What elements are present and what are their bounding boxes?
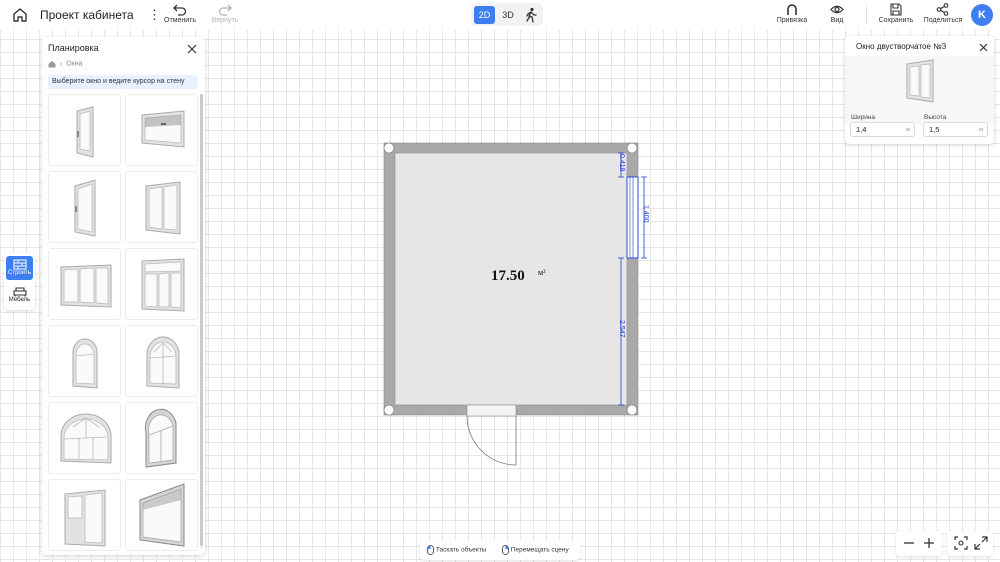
redo-icon [218,4,232,16]
height-label: Высота [924,114,947,121]
furniture-tool-button[interactable]: Мебель [6,283,33,307]
width-unit: м [906,127,910,133]
dimension-top-label: 0.418 [618,154,625,172]
view-mode-toggle: 2D 3D [471,3,543,26]
build-tool-button[interactable]: Строить [6,256,33,280]
drag-objects-hint: Таскать объекты [427,545,486,555]
breadcrumb-current[interactable]: Окна [66,61,82,68]
magnet-icon [787,4,797,15]
view-button[interactable]: Вид [824,3,850,24]
pan-scene-hint: Перемещать сцену [502,545,569,555]
window-item-arched-corner[interactable] [125,402,198,474]
walk-mode-icon[interactable] [522,6,540,24]
close-icon[interactable] [978,40,989,52]
window-item-transom[interactable] [125,248,198,320]
sofa-icon [12,287,27,297]
redo-label: Вернуть [211,17,239,24]
corner-handle[interactable] [626,142,638,154]
chevron-right-icon: › [59,60,63,68]
object-properties-panel: Окно двустворчатое №3 Ширина Высота 1,4 … [845,36,994,144]
corner-handle[interactable] [383,404,395,416]
undo-icon [173,4,187,16]
scrollbar-thumb[interactable] [200,94,203,546]
width-value[interactable]: 1,4 [856,125,866,134]
build-tool-label: Строить [8,270,31,276]
view-2d-button[interactable]: 2D [474,6,495,24]
window-item-arched-triple[interactable] [48,402,121,474]
left-tool-rail: Строить Мебель [4,253,35,310]
width-label: Ширина [851,114,876,121]
furniture-tool-label: Мебель [8,297,31,303]
height-unit: м [979,127,983,133]
save-label: Сохранить [878,17,914,24]
mouse-right-icon [502,545,509,555]
room-area-unit: м² [538,268,546,277]
instruction-hint: Выберите окно и ведите курсор на стену [48,75,198,89]
corner-handle[interactable] [626,404,638,416]
window-item-arched-double[interactable] [125,325,198,397]
dimension-bottom-label: 2.547 [618,320,625,338]
share-button[interactable]: Поделиться [923,3,963,24]
home-icon[interactable] [48,60,56,68]
share-label: Поделиться [923,17,963,24]
focus-frame-icon[interactable] [954,536,968,550]
more-menu-icon[interactable]: ⋮ [148,6,161,24]
view-3d-button[interactable]: 3D [498,6,518,24]
zoom-controls [896,531,942,556]
zoom-out-icon[interactable] [902,536,916,550]
mouse-hint-bar: Таскать объекты Перемещать сцену [420,540,580,560]
width-field[interactable]: 1,4 м [850,122,915,137]
window-item-wide-top[interactable] [125,94,198,166]
view-fit-controls [947,531,993,556]
door-opening[interactable] [466,404,517,417]
room-area-value: 17.50 [491,268,525,284]
view-label: Вид [830,17,844,24]
window-item-tall-single[interactable] [48,171,121,243]
layout-catalog-panel: Планировка › Окна Выберите окно и ведите… [42,37,205,555]
height-field[interactable]: 1,5 м [923,122,988,137]
user-avatar[interactable]: K [971,4,993,26]
brick-wall-icon [13,259,26,270]
undo-label: Отменить [164,17,196,24]
save-icon [890,3,902,16]
fullscreen-icon[interactable] [974,536,988,550]
dimension-window-label: 1.400 [642,205,649,223]
object-title: Окно двустворчатое №3 [856,42,947,51]
window-in-wall[interactable] [626,176,639,259]
close-icon[interactable] [186,42,198,54]
door-swing[interactable] [466,415,517,466]
undo-button[interactable]: Отменить [163,3,197,24]
mouse-left-icon [427,545,434,555]
window-item-single[interactable] [48,94,121,166]
window-item-balcony-door[interactable] [48,479,121,551]
panel-title: Планировка [48,43,99,53]
window-item-triple[interactable] [48,248,121,320]
eye-icon [830,5,844,14]
top-bar: Проект кабинета ⋮ Отменить Вернуть 2D 3D… [0,0,1000,30]
breadcrumb: › Окна [48,60,83,68]
snap-label: Привязка [776,17,808,24]
share-icon [936,3,949,16]
save-button[interactable]: Сохранить [878,3,914,24]
toolbar-divider [866,6,867,24]
redo-button[interactable]: Вернуть [208,3,242,24]
window-item-panoramic[interactable] [125,479,198,551]
snap-button[interactable]: Привязка [775,3,809,24]
zoom-in-icon[interactable] [922,536,936,550]
window-item-arched-single[interactable] [48,325,121,397]
floor-plan-canvas[interactable] [380,140,650,470]
height-value[interactable]: 1,5 [929,125,939,134]
panel-scrollbar[interactable] [200,94,203,549]
project-title[interactable]: Проект кабинета [40,8,134,22]
home-icon[interactable] [11,6,29,24]
window-item-double[interactable] [125,171,198,243]
corner-handle[interactable] [383,142,395,154]
